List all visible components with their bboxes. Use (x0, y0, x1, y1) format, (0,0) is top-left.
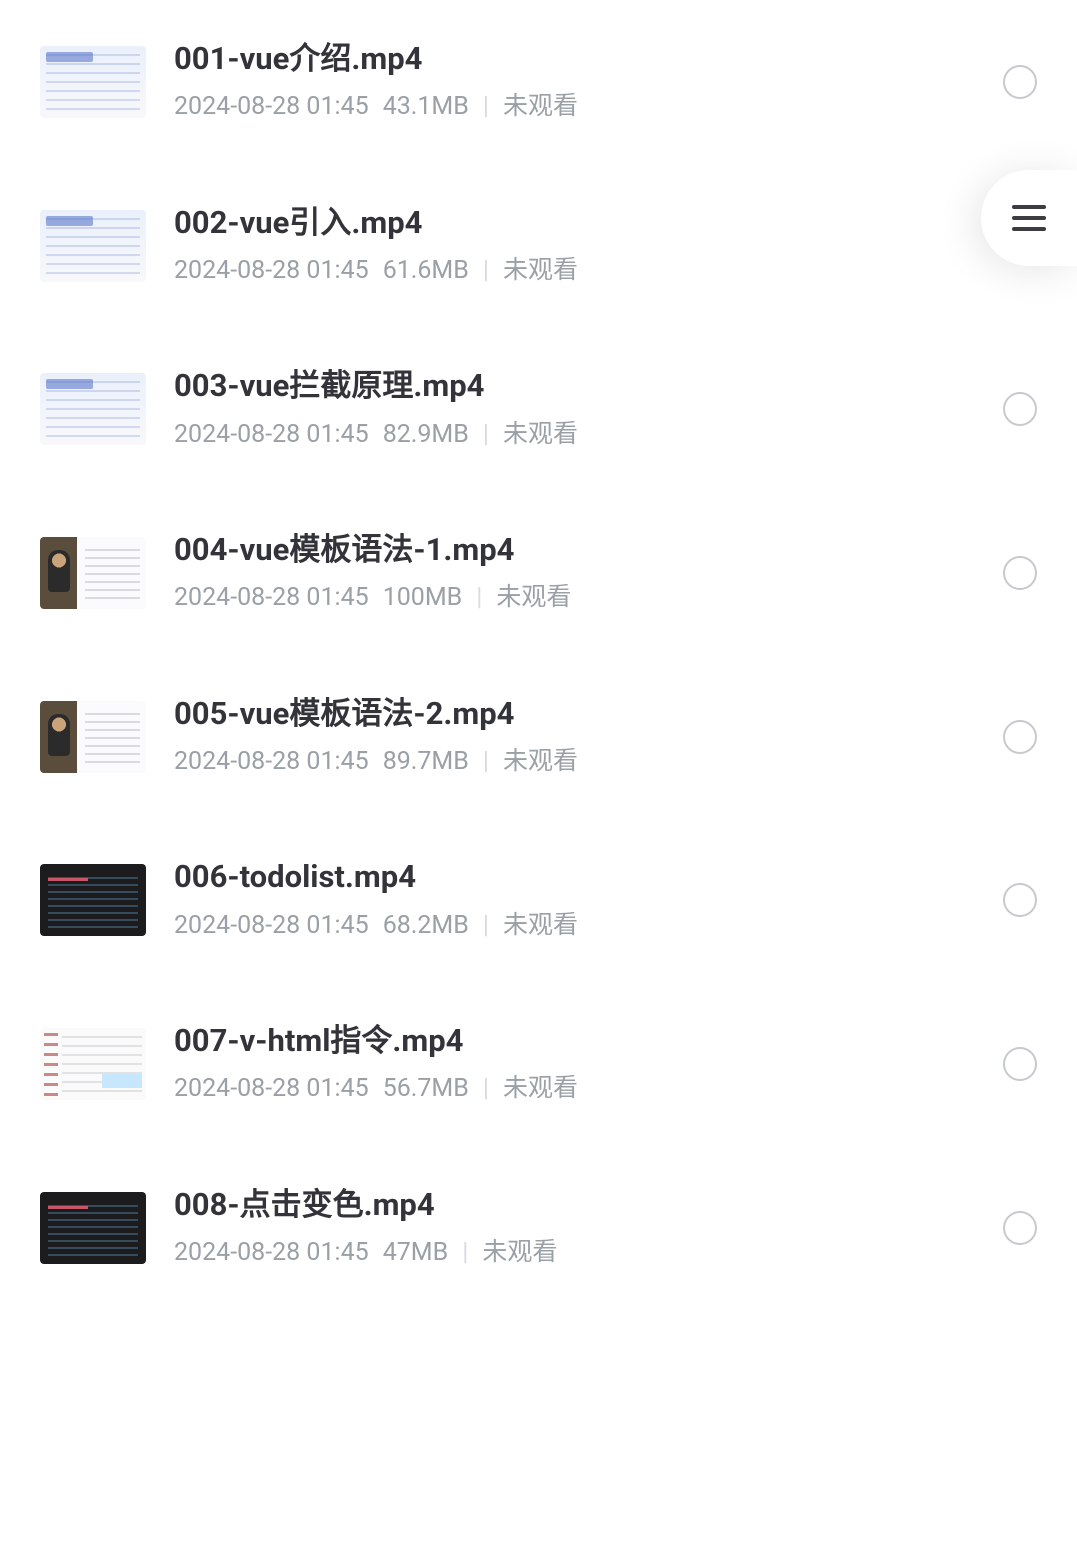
file-date: 2024-08-28 01:45 (174, 1237, 369, 1270)
file-size: 68.2MB (383, 910, 469, 943)
file-title: 007-v-html指令.mp4 (174, 1022, 975, 1059)
file-list: 001-vue介绍.mp4 2024-08-28 01:45 43.1MB | … (0, 0, 1077, 1310)
select-radio[interactable] (1003, 392, 1037, 426)
file-meta: 2024-08-28 01:45 56.7MB | 未观看 (174, 1073, 975, 1106)
watch-status: 未观看 (503, 255, 578, 288)
select-radio[interactable] (1003, 1211, 1037, 1245)
file-meta: 2024-08-28 01:45 89.7MB | 未观看 (174, 746, 975, 779)
file-title: 004-vue模板语法-1.mp4 (174, 531, 975, 568)
meta-separator: | (483, 910, 489, 943)
select-radio[interactable] (1003, 65, 1037, 99)
file-size: 56.7MB (383, 1073, 469, 1106)
hamburger-icon (1012, 205, 1046, 231)
video-thumbnail (40, 1192, 146, 1264)
video-thumbnail (40, 864, 146, 936)
select-radio[interactable] (1003, 720, 1037, 754)
file-date: 2024-08-28 01:45 (174, 91, 369, 124)
file-date: 2024-08-28 01:45 (174, 419, 369, 452)
video-thumbnail (40, 1028, 146, 1100)
file-meta: 2024-08-28 01:45 47MB | 未观看 (174, 1237, 975, 1270)
file-info: 006-todolist.mp4 2024-08-28 01:45 68.2MB… (174, 858, 975, 942)
video-thumbnail (40, 373, 146, 445)
file-date: 2024-08-28 01:45 (174, 582, 369, 615)
select-radio[interactable] (1003, 1047, 1037, 1081)
watch-status: 未观看 (503, 419, 578, 452)
file-info: 001-vue介绍.mp4 2024-08-28 01:45 43.1MB | … (174, 40, 975, 124)
list-item[interactable]: 006-todolist.mp4 2024-08-28 01:45 68.2MB… (0, 818, 1077, 982)
watch-status: 未观看 (503, 910, 578, 943)
file-meta: 2024-08-28 01:45 43.1MB | 未观看 (174, 91, 975, 124)
watch-status: 未观看 (482, 1237, 557, 1270)
video-thumbnail (40, 46, 146, 118)
list-item[interactable]: 002-vue引入.mp4 2024-08-28 01:45 61.6MB | … (0, 164, 1077, 328)
meta-separator: | (483, 746, 489, 779)
watch-status: 未观看 (503, 746, 578, 779)
watch-status: 未观看 (496, 582, 571, 615)
file-title: 001-vue介绍.mp4 (174, 40, 975, 77)
file-size: 82.9MB (383, 419, 469, 452)
file-size: 61.6MB (383, 255, 469, 288)
video-thumbnail (40, 537, 146, 609)
file-title: 003-vue拦截原理.mp4 (174, 367, 975, 404)
meta-separator: | (483, 419, 489, 452)
file-size: 43.1MB (383, 91, 469, 124)
list-item[interactable]: 001-vue介绍.mp4 2024-08-28 01:45 43.1MB | … (0, 0, 1077, 164)
watch-status: 未观看 (503, 91, 578, 124)
file-title: 006-todolist.mp4 (174, 858, 975, 895)
select-radio[interactable] (1003, 883, 1037, 917)
file-date: 2024-08-28 01:45 (174, 255, 369, 288)
list-item[interactable]: 003-vue拦截原理.mp4 2024-08-28 01:45 82.9MB … (0, 327, 1077, 491)
file-size: 100MB (383, 582, 463, 615)
file-date: 2024-08-28 01:45 (174, 746, 369, 779)
meta-separator: | (483, 1073, 489, 1106)
meta-separator: | (476, 582, 482, 615)
file-meta: 2024-08-28 01:45 61.6MB | 未观看 (174, 255, 975, 288)
file-date: 2024-08-28 01:45 (174, 1073, 369, 1106)
file-info: 007-v-html指令.mp4 2024-08-28 01:45 56.7MB… (174, 1022, 975, 1106)
meta-separator: | (462, 1237, 468, 1270)
file-info: 005-vue模板语法-2.mp4 2024-08-28 01:45 89.7M… (174, 695, 975, 779)
file-meta: 2024-08-28 01:45 82.9MB | 未观看 (174, 419, 975, 452)
list-item[interactable]: 004-vue模板语法-1.mp4 2024-08-28 01:45 100MB… (0, 491, 1077, 655)
file-title: 005-vue模板语法-2.mp4 (174, 695, 975, 732)
file-title: 002-vue引入.mp4 (174, 204, 975, 241)
list-item[interactable]: 007-v-html指令.mp4 2024-08-28 01:45 56.7MB… (0, 982, 1077, 1146)
file-meta: 2024-08-28 01:45 68.2MB | 未观看 (174, 910, 975, 943)
select-radio[interactable] (1003, 556, 1037, 590)
file-info: 008-点击变色.mp4 2024-08-28 01:45 47MB | 未观看 (174, 1186, 975, 1270)
floating-menu-button[interactable] (981, 170, 1077, 266)
video-thumbnail (40, 701, 146, 773)
list-item[interactable]: 005-vue模板语法-2.mp4 2024-08-28 01:45 89.7M… (0, 655, 1077, 819)
file-meta: 2024-08-28 01:45 100MB | 未观看 (174, 582, 975, 615)
meta-separator: | (483, 255, 489, 288)
file-size: 89.7MB (383, 746, 469, 779)
watch-status: 未观看 (503, 1073, 578, 1106)
file-info: 002-vue引入.mp4 2024-08-28 01:45 61.6MB | … (174, 204, 975, 288)
file-title: 008-点击变色.mp4 (174, 1186, 975, 1223)
meta-separator: | (483, 91, 489, 124)
file-date: 2024-08-28 01:45 (174, 910, 369, 943)
list-item[interactable]: 008-点击变色.mp4 2024-08-28 01:45 47MB | 未观看 (0, 1146, 1077, 1310)
video-thumbnail (40, 210, 146, 282)
file-info: 003-vue拦截原理.mp4 2024-08-28 01:45 82.9MB … (174, 367, 975, 451)
file-info: 004-vue模板语法-1.mp4 2024-08-28 01:45 100MB… (174, 531, 975, 615)
file-size: 47MB (383, 1237, 449, 1270)
